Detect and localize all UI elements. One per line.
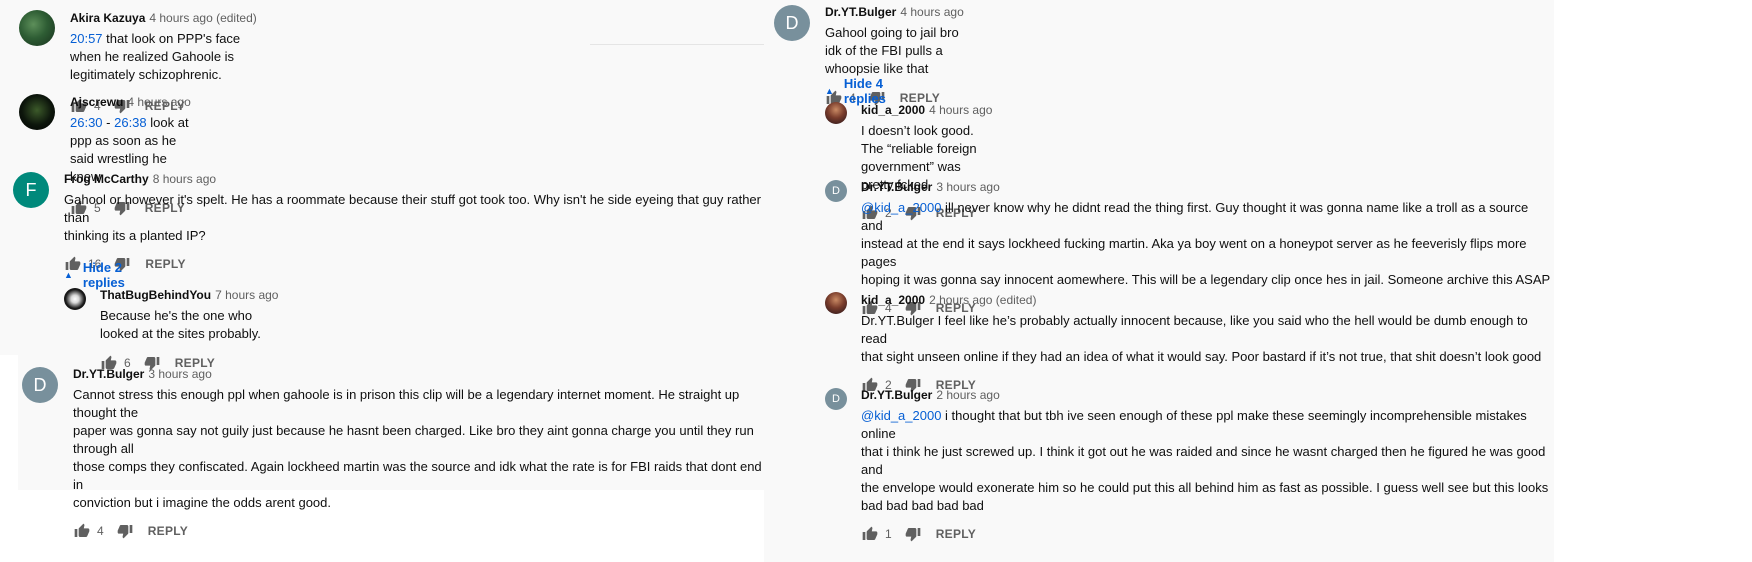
comment-time[interactable]: 4 hours ago xyxy=(900,5,963,19)
comment-time[interactable]: 2 hours ago (edited) xyxy=(929,293,1036,307)
comment-text-line: that i think he just screwed up. I think… xyxy=(861,444,1546,477)
thumbs-up-icon[interactable] xyxy=(73,522,91,540)
comment-text: Gahool going to jail bro idk of the FBI … xyxy=(825,25,959,76)
comment-author[interactable]: ThatBugBehindYou xyxy=(100,288,211,302)
comment-text-line: conviction but i imagine the odds arent … xyxy=(73,495,332,510)
comment-author[interactable]: Dr.YT.Bulger xyxy=(861,180,932,194)
reply-button[interactable]: REPLY xyxy=(145,257,185,271)
timestamp-link[interactable]: 26:30 xyxy=(70,115,103,130)
comment-text-line: ill never know why he didnt read the thi… xyxy=(861,200,1529,233)
comment-author[interactable]: Dr.YT.Bulger xyxy=(861,388,932,402)
comment-author[interactable]: Dr.YT.Bulger xyxy=(73,367,144,381)
avatar[interactable]: D xyxy=(774,5,810,41)
comment-text-line: that sight unseen online if they had an … xyxy=(861,349,1542,364)
hide-replies-button[interactable]: ▲ Hide 2 replies xyxy=(64,260,125,290)
comment-time[interactable]: 3 hours ago xyxy=(936,180,999,194)
caret-up-icon: ▲ xyxy=(825,86,834,96)
comment-text-line: Gahool or however it's spelt. He has a r… xyxy=(64,192,761,225)
like-count: 1 xyxy=(885,527,892,541)
thumbs-down-icon[interactable] xyxy=(904,525,922,543)
reply-button[interactable]: REPLY xyxy=(936,527,976,541)
thumbs-down-icon[interactable] xyxy=(116,522,134,540)
avatar[interactable] xyxy=(19,94,55,130)
timestamp-separator: - xyxy=(102,115,115,130)
avatar[interactable]: D xyxy=(22,367,58,403)
avatar[interactable] xyxy=(19,10,55,46)
comment-text-line: i thought that but tbh ive seen enough o… xyxy=(861,408,1527,441)
comment-time[interactable]: 2 hours ago xyxy=(936,388,999,402)
caret-up-icon: ▲ xyxy=(64,270,73,280)
comment-text-line: paper was gonna say not guily just becau… xyxy=(73,423,754,456)
avatar[interactable]: F xyxy=(13,172,49,208)
avatar[interactable] xyxy=(825,102,847,124)
comment-time[interactable]: 3 hours ago xyxy=(148,367,211,381)
avatar[interactable]: D xyxy=(825,180,847,202)
comment-author[interactable]: kid_a_2000 xyxy=(861,293,925,307)
comment-text: Because he's the one who looked at the s… xyxy=(100,308,261,341)
comment-time[interactable]: 4 hours ago xyxy=(127,95,190,109)
like-count: 4 xyxy=(97,524,104,538)
comment-text-line: hoping it was gonna say innocent aomewhe… xyxy=(861,272,1551,287)
comment-time[interactable]: 8 hours ago xyxy=(153,172,216,186)
comment-text-line: Cannot stress this enough ppl when gahoo… xyxy=(73,387,740,420)
comment-time[interactable]: 4 hours ago (edited) xyxy=(149,11,256,25)
comment-time[interactable]: 7 hours ago xyxy=(215,288,278,302)
comment-text-line: those comps they confiscated. Again lock… xyxy=(73,459,762,492)
comment-author[interactable]: Akira Kazuya xyxy=(70,11,145,25)
comment-time[interactable]: 4 hours ago xyxy=(929,103,992,117)
avatar[interactable]: D xyxy=(825,388,847,410)
reply-button[interactable]: REPLY xyxy=(148,524,188,538)
comment-author[interactable]: Ajscrewu xyxy=(70,95,123,109)
timestamp-link[interactable]: 26:38 xyxy=(114,115,147,130)
comment-author[interactable]: kid_a_2000 xyxy=(861,103,925,117)
thumbs-up-icon[interactable] xyxy=(861,525,879,543)
hide-replies-label: Hide 2 replies xyxy=(82,260,125,290)
comment-author[interactable]: Frog McCarthy xyxy=(64,172,149,186)
comment-text-line: bad bad bad bad bad xyxy=(861,498,984,513)
comment-text-line: the envelope would exonerate him so he c… xyxy=(861,480,1549,495)
mention-link[interactable]: @kid_a_2000 xyxy=(861,200,941,215)
avatar[interactable] xyxy=(825,292,847,314)
comment-author[interactable]: Dr.YT.Bulger xyxy=(825,5,896,19)
timestamp-link[interactable]: 20:57 xyxy=(70,31,103,46)
avatar[interactable] xyxy=(64,288,86,310)
comment-text-line: instead at the end it says lockheed fuck… xyxy=(861,236,1527,269)
comment-text-line: thinking its a planted IP? xyxy=(64,228,206,243)
divider xyxy=(590,44,764,45)
comment-text-line: Dr.YT.Bulger I feel like he’s probably a… xyxy=(861,313,1528,346)
mention-link[interactable]: @kid_a_2000 xyxy=(861,408,941,423)
